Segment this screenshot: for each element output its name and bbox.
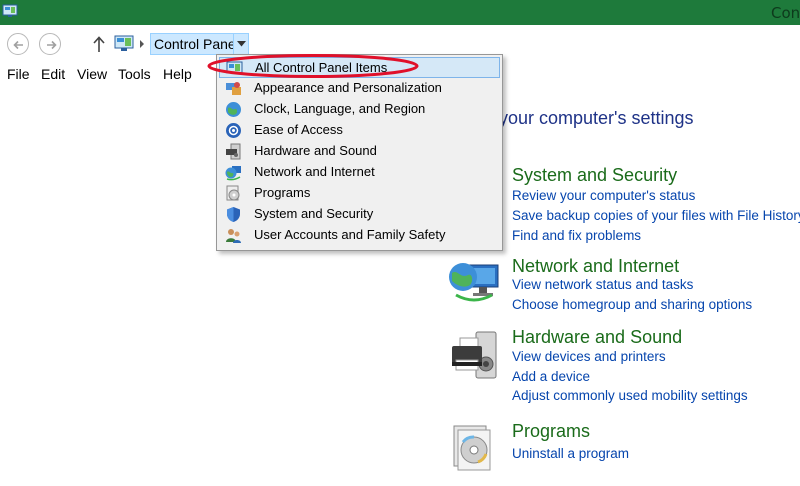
category-link[interactable]: View devices and printers xyxy=(512,349,666,364)
category-title[interactable]: Network and Internet xyxy=(512,256,679,277)
category-title[interactable]: Programs xyxy=(512,421,590,442)
page-heading: your computer's settings xyxy=(499,108,694,128)
dropdown-item-label: Ease of Access xyxy=(254,122,343,137)
programs-icon[interactable] xyxy=(446,420,498,472)
category-hardware-sound: Hardware and Sound View devices and prin… xyxy=(446,326,800,406)
category-programs: Programs Uninstall a program xyxy=(446,420,800,480)
network-globe-icon[interactable] xyxy=(446,255,502,311)
category-title[interactable]: Hardware and Sound xyxy=(512,327,682,348)
dropdown-item-system-security[interactable]: System and Security xyxy=(219,204,500,225)
network-globe-icon xyxy=(225,166,241,181)
category-title[interactable]: System and Security xyxy=(512,165,677,186)
appearance-icon xyxy=(226,82,241,95)
category-link[interactable]: Uninstall a program xyxy=(512,446,629,461)
dropdown-item-ease-of-access[interactable]: Ease of Access xyxy=(219,120,500,141)
forward-arrow-icon xyxy=(47,40,57,50)
category-link[interactable]: Add a device xyxy=(512,369,590,384)
menu-file[interactable]: File xyxy=(7,66,30,82)
dropdown-item-appearance[interactable]: Appearance and Personalization xyxy=(219,78,500,99)
menu-view[interactable]: View xyxy=(77,66,107,82)
category-link[interactable]: View network status and tasks xyxy=(512,277,693,292)
printer-icon[interactable] xyxy=(446,330,502,386)
address-dropdown-button[interactable] xyxy=(233,33,249,55)
back-arrow-icon xyxy=(13,40,23,50)
up-arrow-icon[interactable] xyxy=(90,34,108,54)
control-panel-icon xyxy=(114,35,134,51)
dropdown-item-label: Network and Internet xyxy=(254,164,375,179)
dropdown-item-network-internet[interactable]: Network and Internet xyxy=(219,162,500,183)
menu-tools[interactable]: Tools xyxy=(118,66,151,82)
shield-icon xyxy=(227,207,240,222)
dropdown-item-programs[interactable]: Programs xyxy=(219,183,500,204)
menu-edit[interactable]: Edit xyxy=(41,66,65,82)
programs-icon xyxy=(226,185,240,201)
dropdown-item-label: Clock, Language, and Region xyxy=(254,101,426,116)
users-icon xyxy=(226,229,241,243)
category-link[interactable]: Adjust commonly used mobility settings xyxy=(512,388,748,403)
ease-of-access-icon xyxy=(226,123,241,138)
annotation-ellipse xyxy=(207,54,419,78)
control-panel-app-icon[interactable] xyxy=(2,3,18,19)
dropdown-item-user-accounts[interactable]: User Accounts and Family Safety xyxy=(219,225,500,246)
category-network-internet: Network and Internet View network status… xyxy=(446,255,800,317)
category-link[interactable]: Find and fix problems xyxy=(512,228,641,243)
chevron-right-icon[interactable] xyxy=(138,39,146,49)
category-link[interactable]: Review your computer's status xyxy=(512,188,695,203)
breadcrumb-control-panel[interactable]: Control Panel xyxy=(150,33,243,55)
dropdown-item-clock-language-region[interactable]: Clock, Language, and Region xyxy=(219,99,500,120)
dropdown-item-label: Appearance and Personalization xyxy=(254,80,442,95)
category-link[interactable]: Save backup copies of your files with Fi… xyxy=(512,208,800,223)
back-button[interactable] xyxy=(7,33,29,55)
address-dropdown-menu: All Control Panel Items Appearance and P… xyxy=(216,54,503,251)
chevron-down-icon xyxy=(237,41,246,47)
window-title: Con xyxy=(771,4,800,22)
dropdown-item-label: User Accounts and Family Safety xyxy=(254,227,446,242)
forward-button[interactable] xyxy=(39,33,61,55)
menu-help[interactable]: Help xyxy=(163,66,192,82)
dropdown-item-label: Hardware and Sound xyxy=(254,143,377,158)
clock-globe-icon xyxy=(226,102,241,117)
dropdown-item-hardware-sound[interactable]: Hardware and Sound xyxy=(219,141,500,162)
dropdown-item-label: Programs xyxy=(254,185,311,200)
category-link[interactable]: Choose homegroup and sharing options xyxy=(512,297,752,312)
title-bar: Con xyxy=(0,0,800,25)
hardware-sound-icon xyxy=(226,143,241,160)
dropdown-item-label: System and Security xyxy=(254,206,374,221)
